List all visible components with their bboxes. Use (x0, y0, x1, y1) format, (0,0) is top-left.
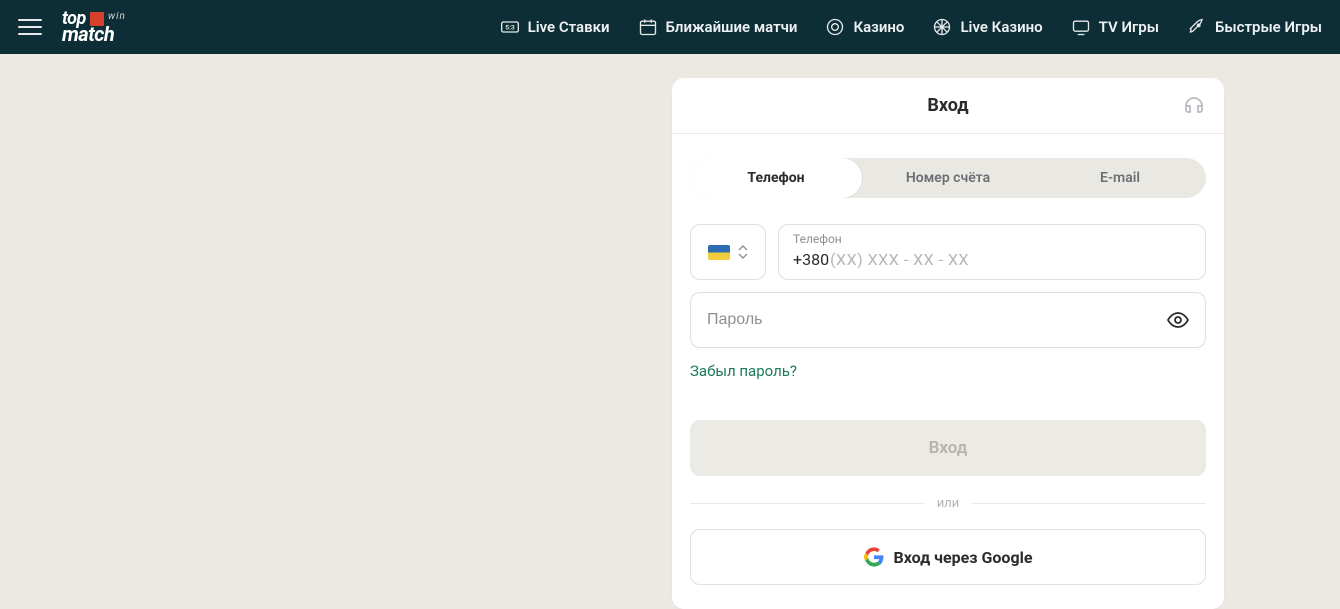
nav-live-casino[interactable]: Live Казино (932, 17, 1042, 37)
tab-account[interactable]: Номер счёта (862, 158, 1034, 198)
nav-label: Live Казино (960, 18, 1042, 36)
nav-fast-games[interactable]: Быстрые Игры (1187, 17, 1322, 37)
phone-label: Телефон (793, 232, 842, 246)
tv-icon (1071, 17, 1091, 37)
phone-prefix: +380 (793, 250, 829, 269)
header: top win match 5:3 Live Ставки Ближайшие … (0, 0, 1340, 54)
scoreboard-icon: 5:3 (500, 17, 520, 37)
tab-phone[interactable]: Телефон (690, 158, 862, 198)
login-button[interactable]: Вход (690, 420, 1206, 476)
google-signin-button[interactable]: Вход через Google (690, 529, 1206, 585)
nav-upcoming[interactable]: Ближайшие матчи (638, 17, 798, 37)
nav-label: Live Ставки (528, 18, 610, 36)
logo[interactable]: top win match (62, 10, 126, 44)
logo-text-bottom: match (62, 24, 114, 44)
nav-tv-games[interactable]: TV Игры (1071, 17, 1159, 37)
nav-casino[interactable]: Казино (825, 17, 904, 37)
calendar-icon (638, 17, 658, 37)
hamburger-menu-icon[interactable] (18, 15, 42, 39)
eye-icon[interactable] (1166, 308, 1190, 332)
flag-ua-icon (708, 245, 730, 260)
chevrons-updown-icon (738, 245, 748, 259)
google-signin-label: Вход через Google (894, 548, 1033, 567)
login-tabs: Телефон Номер счёта E-mail (690, 158, 1206, 198)
chip-icon (825, 17, 845, 37)
card-title: Вход (927, 95, 968, 116)
rocket-icon (1187, 17, 1207, 37)
login-card: Вход Телефон Номер счёта E-mail Телефон … (672, 78, 1224, 609)
phone-field[interactable]: +380 (XX) XXX - XX - XX (778, 224, 1206, 280)
card-header: Вход (672, 78, 1224, 134)
phone-mask: (XX) XXX - XX - XX (830, 250, 969, 269)
tab-email[interactable]: E-mail (1034, 158, 1206, 198)
main-nav: 5:3 Live Ставки Ближайшие матчи Казино L… (500, 17, 1322, 37)
nav-live-bets[interactable]: 5:3 Live Ставки (500, 17, 610, 37)
password-input[interactable] (707, 311, 1155, 329)
phone-input[interactable] (969, 250, 1191, 268)
nav-label: Казино (853, 18, 904, 36)
country-select[interactable] (690, 224, 766, 280)
svg-text:5:3: 5:3 (505, 24, 515, 32)
logo-text-win: win (108, 12, 126, 22)
nav-label: Быстрые Игры (1215, 18, 1322, 36)
divider: или (690, 496, 1206, 511)
forgot-password-link[interactable]: Забыл пароль? (690, 362, 1206, 380)
nav-label: Ближайшие матчи (666, 18, 798, 36)
nav-label: TV Игры (1099, 18, 1159, 36)
roulette-icon (932, 17, 952, 37)
divider-label: или (937, 496, 960, 511)
google-icon (864, 547, 884, 567)
support-icon[interactable] (1182, 94, 1206, 118)
